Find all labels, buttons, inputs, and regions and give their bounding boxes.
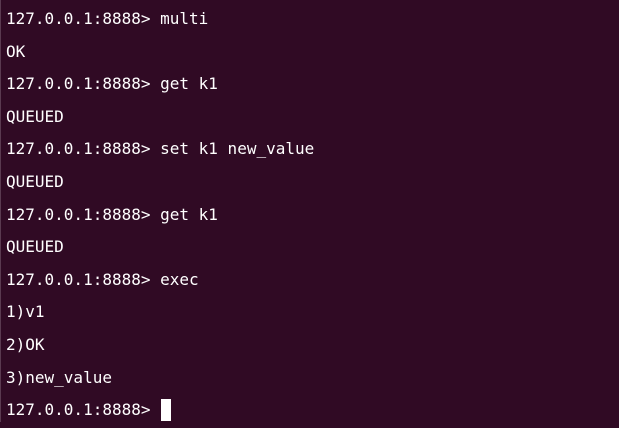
terminal-line: 2)OK — [6, 334, 45, 354]
terminal-line: QUEUED — [6, 171, 64, 191]
terminal-line: 127.0.0.1:8888> set k1 new_value — [6, 139, 315, 159]
terminal-window[interactable]: 127.0.0.1:8888> multi OK 127.0.0.1:8888>… — [0, 0, 619, 422]
current-prompt-line[interactable]: 127.0.0.1:8888> — [6, 395, 619, 428]
terminal-line: OK — [6, 41, 26, 61]
text-cursor[interactable] — [160, 399, 171, 422]
terminal-line: QUEUED — [6, 237, 64, 257]
terminal-line: 1)v1 — [6, 302, 45, 322]
terminal-line: 127.0.0.1:8888> exec — [6, 269, 199, 289]
terminal-line: 127.0.0.1:8888> multi — [6, 9, 209, 28]
terminal-line: 3)new_value — [6, 367, 112, 387]
terminal-line: QUEUED — [6, 106, 64, 126]
terminal-line: 127.0.0.1:8888> get k1 — [6, 204, 218, 224]
prompt-text: 127.0.0.1:8888> — [6, 400, 151, 420]
terminal-line: 127.0.0.1:8888> get k1 — [6, 74, 218, 94]
window-left-border — [0, 0, 1, 422]
